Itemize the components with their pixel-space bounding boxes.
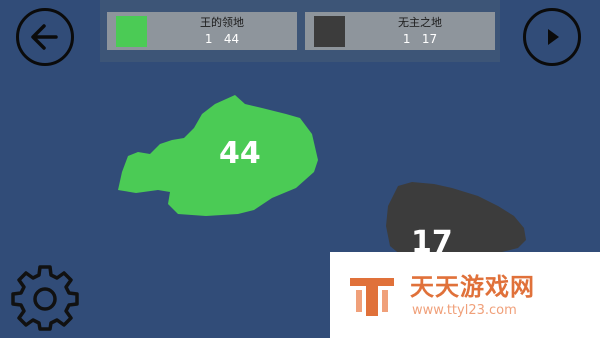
site-logo xyxy=(350,278,394,316)
player-faction-stats: 1 44 xyxy=(204,32,240,46)
neutral-faction-stats: 1 17 xyxy=(402,32,438,46)
game-scene: 44 17 王的领地 1 44 无主之地 1 17 天天游戏网 www.ttyl… xyxy=(0,0,600,338)
territory-player[interactable] xyxy=(118,95,318,216)
neutral-faction-name: 无主之地 xyxy=(398,16,442,29)
territory-player-troops: 44 xyxy=(219,136,261,171)
watermark-title: 天天游戏网 xyxy=(410,273,535,301)
faction-card-neutral: 无主之地 1 17 xyxy=(305,12,495,50)
faction-card-player: 王的领地 1 44 xyxy=(107,12,297,50)
settings-button[interactable] xyxy=(11,265,79,333)
play-button[interactable] xyxy=(523,8,581,66)
player-faction-name: 王的领地 xyxy=(200,16,244,29)
play-icon xyxy=(548,29,559,45)
back-button[interactable] xyxy=(16,8,74,66)
arrow-left-icon xyxy=(31,24,58,50)
gear-icon xyxy=(11,265,79,331)
watermark-banner: 天天游戏网 www.ttyl23.com xyxy=(330,252,600,338)
neutral-color-swatch xyxy=(314,16,345,47)
territory-neutral[interactable] xyxy=(386,182,526,262)
player-color-swatch xyxy=(116,16,147,47)
watermark-url: www.ttyl23.com xyxy=(412,303,517,318)
